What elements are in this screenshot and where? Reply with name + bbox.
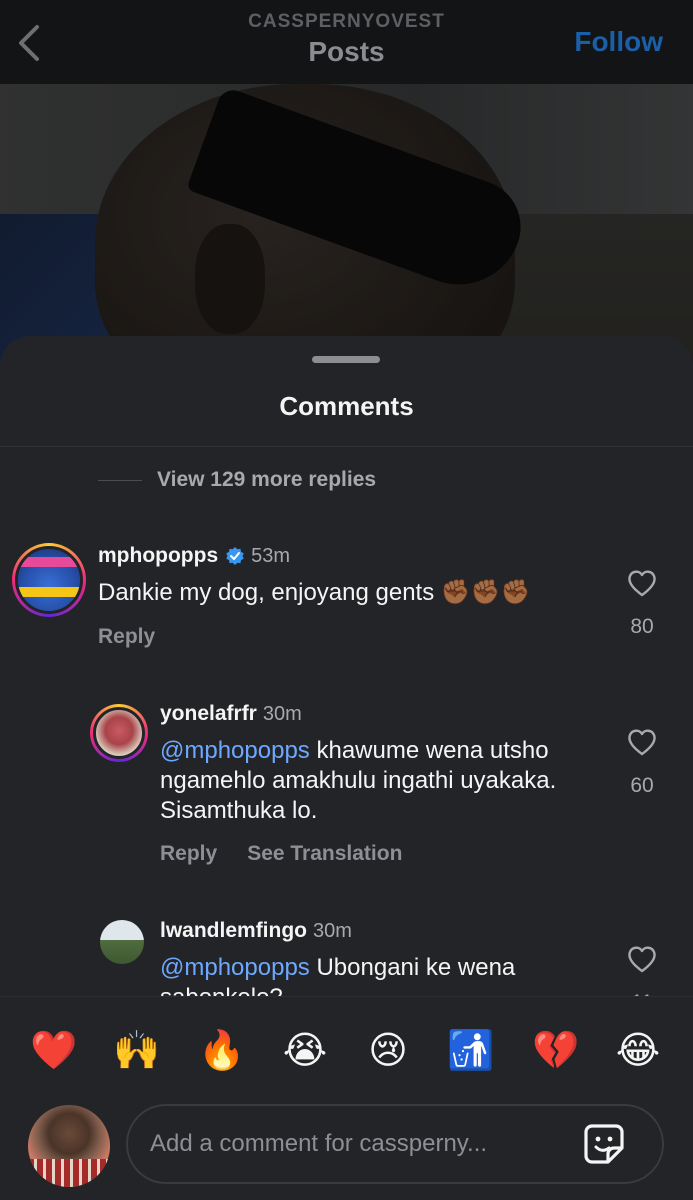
see-translation-button[interactable]: See Translation — [247, 842, 402, 866]
loudly-crying-emoji[interactable]: 😭 — [282, 1027, 328, 1073]
crying-emoji[interactable]: 😢 — [365, 1027, 411, 1073]
raising-hands-emoji[interactable]: 🙌 — [113, 1027, 160, 1073]
avatar[interactable] — [90, 704, 148, 762]
joy-emoji[interactable]: 😂 — [615, 1027, 661, 1073]
comment-time: 53m — [251, 544, 291, 567]
comment-composer: ❤️ 🙌 🔥 😭 😢 🚮 💔 😂 — [0, 996, 693, 1200]
divider — [0, 446, 693, 447]
avatar[interactable] — [12, 543, 86, 617]
view-more-replies[interactable]: View 129 more replies — [98, 468, 376, 492]
broken-heart-emoji[interactable]: 💔 — [532, 1027, 579, 1073]
comment-username[interactable]: lwandlemfingo — [160, 919, 307, 943]
follow-button[interactable]: Follow — [574, 26, 663, 58]
trash-emoji[interactable]: 🚮 — [447, 1027, 494, 1073]
divider — [98, 479, 142, 481]
like-count: 80 — [630, 615, 654, 638]
comment-username[interactable]: yonelafrfr — [160, 702, 257, 726]
comment-text: Dankie my dog, enjoyang gents ✊🏾✊🏾✊🏾 — [98, 579, 531, 606]
sheet-drag-handle[interactable] — [312, 356, 380, 363]
heart-outline-icon[interactable] — [627, 945, 657, 973]
fire-emoji[interactable]: 🔥 — [198, 1027, 245, 1073]
mention-link[interactable]: @mphopopps — [160, 954, 310, 981]
heart-outline-icon[interactable] — [627, 728, 657, 756]
sticker-icon[interactable] — [582, 1122, 626, 1166]
reply-button[interactable]: Reply — [98, 625, 155, 649]
reply-button[interactable]: Reply — [160, 842, 217, 866]
mention-link[interactable]: @mphopopps — [160, 737, 310, 764]
comment-time: 30m — [262, 702, 302, 725]
view-more-replies-label: View 129 more replies — [157, 468, 377, 491]
avatar[interactable] — [100, 920, 144, 964]
comment-time: 30m — [313, 919, 352, 942]
quick-reactions: ❤️ 🙌 🔥 😭 😢 🚮 💔 😂 — [0, 997, 693, 1105]
comment-text: @mphopopps khawume wena utsho ngamehlo a… — [160, 737, 557, 824]
top-bar: CASSPERNYOVEST Posts Follow — [0, 0, 693, 84]
heart-outline-icon[interactable] — [627, 569, 657, 597]
sheet-title: Comments — [279, 391, 414, 421]
like-count: 60 — [630, 774, 654, 797]
comment-input-box[interactable] — [126, 1104, 664, 1184]
verified-badge-icon — [226, 547, 244, 565]
heart-emoji[interactable]: ❤️ — [30, 1027, 77, 1073]
comment-username[interactable]: mphopopps — [98, 544, 218, 568]
comment-input[interactable] — [150, 1106, 570, 1182]
current-user-avatar — [28, 1105, 110, 1187]
